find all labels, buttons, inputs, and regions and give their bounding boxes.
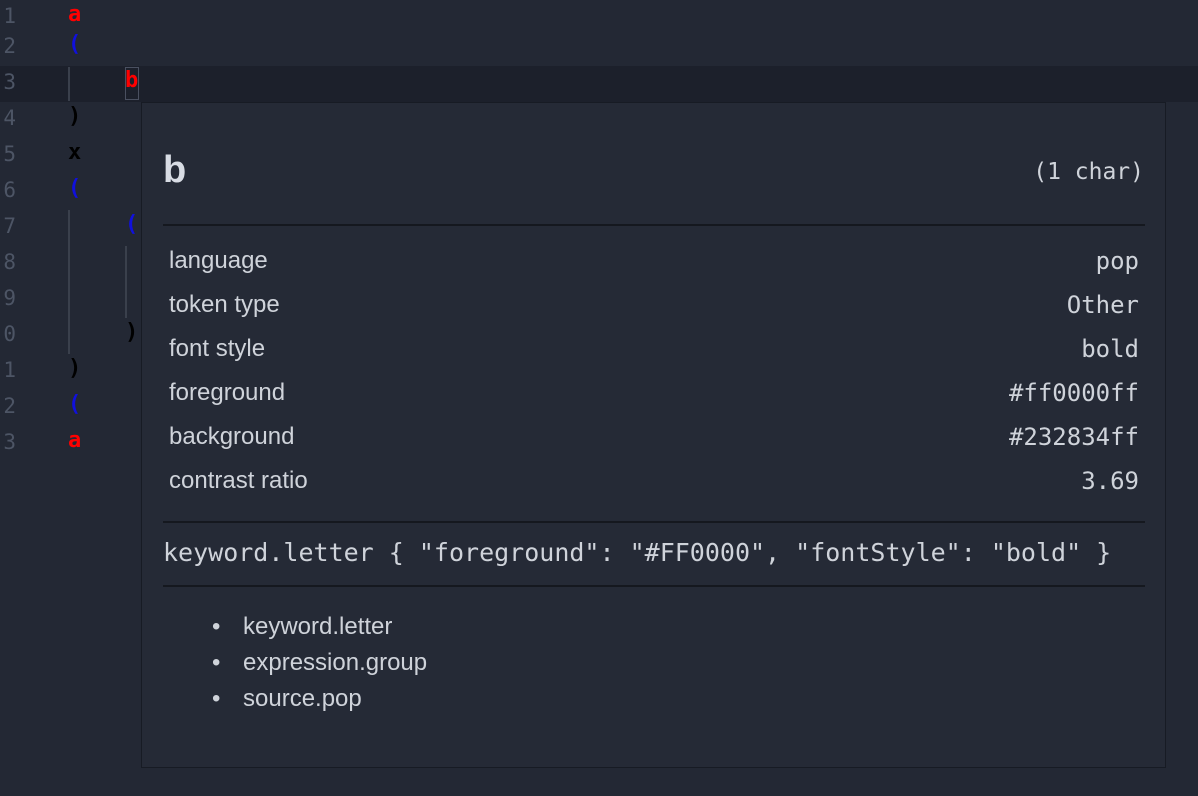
property-value: 3.69	[1081, 467, 1139, 495]
token-keyword-letter[interactable]: a	[68, 426, 81, 462]
bullet-icon: •	[212, 685, 221, 712]
token-close-paren[interactable]: )	[125, 318, 138, 354]
property-label: contrast ratio	[169, 467, 308, 494]
line-number: 8	[3, 250, 16, 274]
property-row: language pop	[169, 247, 1139, 291]
indent-guide	[125, 246, 127, 318]
line-number: 4	[3, 106, 16, 130]
token-identifier[interactable]: x	[68, 138, 81, 174]
property-label: language	[169, 247, 268, 274]
line-number: 7	[3, 214, 16, 238]
line-number: 1	[3, 358, 16, 382]
bullet-icon: •	[212, 613, 221, 640]
hover-token-length: (1 char)	[1033, 159, 1144, 185]
property-row: token type Other	[169, 291, 1139, 335]
token-open-paren[interactable]: (	[125, 210, 138, 246]
property-row: foreground #ff0000ff	[169, 379, 1139, 423]
token-close-paren[interactable]: )	[68, 354, 81, 390]
token-open-paren[interactable]: (	[68, 30, 81, 66]
property-label: background	[169, 423, 295, 450]
property-value: #232834ff	[1008, 423, 1139, 451]
line-number: 0	[3, 322, 16, 346]
line-number: 5	[3, 142, 16, 166]
token-close-paren[interactable]: )	[68, 102, 81, 138]
property-value: Other	[1066, 291, 1139, 319]
property-value: #ff0000ff	[1008, 379, 1139, 407]
scope-name: expression.group	[243, 649, 428, 676]
token-properties: language pop token type Other font style…	[169, 247, 1139, 511]
indent-guide	[68, 210, 70, 354]
property-row: background #232834ff	[169, 423, 1139, 467]
property-label: token type	[169, 291, 280, 318]
line-number: 2	[3, 34, 16, 58]
hover-token-title: b	[163, 149, 187, 191]
scope-item: • source.pop	[212, 685, 427, 721]
scope-list: • keyword.letter • expression.group • sourc…	[212, 613, 428, 721]
line-number: 3	[3, 70, 16, 94]
line-number: 9	[3, 286, 16, 310]
property-value: bold	[1081, 335, 1139, 363]
token-open-paren[interactable]: (	[68, 390, 81, 426]
scope-name: keyword.letter	[243, 613, 393, 640]
scope-item: • expression.group	[212, 649, 428, 685]
indent-guide	[68, 67, 70, 101]
divider	[163, 585, 1145, 587]
editor-line-current[interactable]: 3 b	[0, 66, 1198, 102]
scope-name: source.pop	[243, 685, 362, 712]
theme-rule: keyword.letter { "foreground": "#FF0000"…	[163, 538, 1112, 567]
token-open-paren[interactable]: (	[68, 174, 81, 210]
scope-item: • keyword.letter	[212, 613, 427, 649]
editor-line[interactable]: 2 (	[0, 30, 1198, 66]
line-number: 6	[3, 178, 16, 202]
property-value: pop	[1095, 247, 1139, 275]
cursor-selection-box	[125, 67, 139, 100]
property-label: font style	[169, 335, 266, 362]
line-number: 3	[3, 430, 16, 454]
bullet-icon: •	[212, 649, 221, 676]
divider	[163, 224, 1145, 226]
scope-inspector-hover: b (1 char) language pop token type Other…	[141, 102, 1166, 768]
property-row: contrast ratio 3.69	[169, 467, 1139, 511]
property-label: foreground	[169, 379, 286, 406]
divider	[163, 521, 1145, 523]
line-number: 2	[3, 394, 16, 418]
property-row: font style bold	[169, 335, 1139, 379]
